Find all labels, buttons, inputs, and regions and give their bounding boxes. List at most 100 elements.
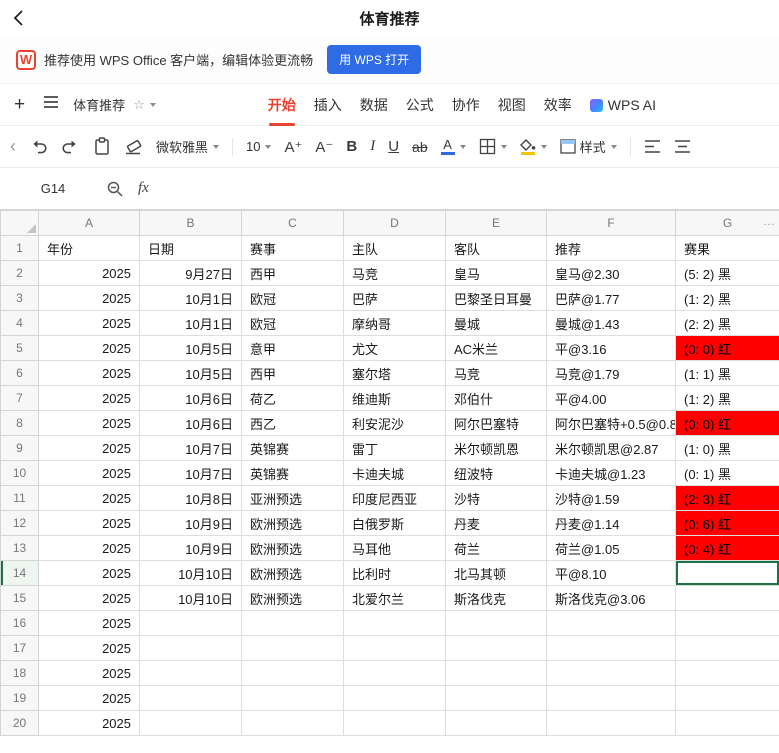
cell-home[interactable]: 塞尔塔 xyxy=(344,361,446,386)
cell-result[interactable]: (2: 3) 红 xyxy=(676,486,779,511)
cell-year[interactable]: 2025 xyxy=(39,461,140,486)
row-number[interactable]: 16 xyxy=(1,611,39,636)
cell-away[interactable]: 邓伯什 xyxy=(446,386,547,411)
cell-year[interactable]: 2025 xyxy=(39,586,140,611)
cell-result[interactable]: (0: 1) 黑 xyxy=(676,461,779,486)
cell-league[interactable] xyxy=(242,636,344,661)
cell-league[interactable]: 意甲 xyxy=(242,336,344,361)
font-name-select[interactable]: 微软雅黑 xyxy=(156,137,219,156)
format-eraser-icon[interactable] xyxy=(124,138,143,155)
undo-button[interactable] xyxy=(29,138,48,155)
cell-home[interactable] xyxy=(344,661,446,686)
cell-date[interactable] xyxy=(140,636,242,661)
cell-away[interactable]: 荷兰 xyxy=(446,536,547,561)
cell-result[interactable]: (5: 2) 黑 xyxy=(676,261,779,286)
cell-tip[interactable] xyxy=(547,611,676,636)
cell-result[interactable]: (1: 2) 黑 xyxy=(676,286,779,311)
cell-away[interactable] xyxy=(446,686,547,711)
tab-wps-ai[interactable]: WPS AI xyxy=(590,97,656,113)
cell-away[interactable]: 丹麦 xyxy=(446,511,547,536)
tab-collaborate[interactable]: 协作 xyxy=(452,95,480,115)
row-number[interactable]: 15 xyxy=(1,586,39,611)
cell-league[interactable]: 欧洲预选 xyxy=(242,511,344,536)
cell-tip[interactable]: 马竞@1.79 xyxy=(547,361,676,386)
cell-date[interactable]: 10月10日 xyxy=(140,561,242,586)
column-header-c[interactable]: C xyxy=(242,211,344,236)
cell-tip[interactable]: 沙特@1.59 xyxy=(547,486,676,511)
select-all-corner[interactable] xyxy=(1,211,39,236)
cell-year[interactable]: 2025 xyxy=(39,611,140,636)
cell-home[interactable]: 印度尼西亚 xyxy=(344,486,446,511)
cell-date[interactable]: 10月5日 xyxy=(140,336,242,361)
cell-away[interactable] xyxy=(446,711,547,736)
cell-tip[interactable]: 斯洛伐克@3.06 xyxy=(547,586,676,611)
row-number[interactable]: 5 xyxy=(1,336,39,361)
cell-style-button[interactable]: 样式 xyxy=(560,137,617,156)
tab-home[interactable]: 开始 xyxy=(268,95,296,115)
cell-home[interactable]: 白俄罗斯 xyxy=(344,511,446,536)
cell-date[interactable]: 10月7日 xyxy=(140,461,242,486)
row-number[interactable]: 19 xyxy=(1,686,39,711)
row-number[interactable]: 20 xyxy=(1,711,39,736)
cell-away[interactable]: 斯洛伐克 xyxy=(446,586,547,611)
row-number[interactable]: 14 xyxy=(1,561,39,586)
cell-away[interactable]: 巴黎圣日耳曼 xyxy=(446,286,547,311)
row-number[interactable]: 18 xyxy=(1,661,39,686)
row-number[interactable]: 11 xyxy=(1,486,39,511)
row-number[interactable]: 2 xyxy=(1,261,39,286)
cell-result[interactable]: (2: 2) 黑 xyxy=(676,311,779,336)
tab-data[interactable]: 数据 xyxy=(360,95,388,115)
cell-league[interactable] xyxy=(242,686,344,711)
cell-date[interactable]: 10月5日 xyxy=(140,361,242,386)
row-number[interactable]: 4 xyxy=(1,311,39,336)
cell-date[interactable]: 10月6日 xyxy=(140,386,242,411)
cell-year[interactable]: 2025 xyxy=(39,686,140,711)
decrease-font-button[interactable]: A⁻ xyxy=(315,138,333,156)
cell-tip[interactable]: 推荐 xyxy=(547,236,676,261)
search-icon[interactable] xyxy=(106,180,124,198)
cell-home[interactable]: 维迪斯 xyxy=(344,386,446,411)
cell-home[interactable] xyxy=(344,611,446,636)
cell-year[interactable]: 2025 xyxy=(39,336,140,361)
align-center-icon[interactable] xyxy=(674,139,691,154)
cell-away[interactable]: 皇马 xyxy=(446,261,547,286)
cell-result[interactable]: (0: 0) 红 xyxy=(676,336,779,361)
cell-year[interactable]: 2025 xyxy=(39,486,140,511)
cell-league[interactable] xyxy=(242,611,344,636)
cell-date[interactable]: 10月8日 xyxy=(140,486,242,511)
cell-result[interactable] xyxy=(676,561,779,586)
cell-result[interactable] xyxy=(676,611,779,636)
cell-date[interactable] xyxy=(140,611,242,636)
row-number[interactable]: 8 xyxy=(1,411,39,436)
cell-home[interactable]: 卡迪夫城 xyxy=(344,461,446,486)
cell-away[interactable] xyxy=(446,636,547,661)
cell-home[interactable]: 北爱尔兰 xyxy=(344,586,446,611)
cell-tip[interactable] xyxy=(547,636,676,661)
cell-date[interactable]: 10月7日 xyxy=(140,436,242,461)
back-icon[interactable] xyxy=(10,8,30,28)
cell-date[interactable]: 日期 xyxy=(140,236,242,261)
formula-input[interactable] xyxy=(163,168,779,209)
row-number[interactable]: 6 xyxy=(1,361,39,386)
cell-year[interactable]: 2025 xyxy=(39,286,140,311)
cell-tip[interactable]: 荷兰@1.05 xyxy=(547,536,676,561)
cell-home[interactable]: 巴萨 xyxy=(344,286,446,311)
row-number[interactable]: 1 xyxy=(1,236,39,261)
cell-date[interactable]: 9月27日 xyxy=(140,261,242,286)
cell-date[interactable]: 10月9日 xyxy=(140,511,242,536)
cell-tip[interactable] xyxy=(547,661,676,686)
row-number[interactable]: 3 xyxy=(1,286,39,311)
cell-league[interactable]: 欧洲预选 xyxy=(242,586,344,611)
cell-away[interactable] xyxy=(446,611,547,636)
cell-away[interactable]: 马竞 xyxy=(446,361,547,386)
cell-home[interactable] xyxy=(344,686,446,711)
cell-result[interactable]: 赛果 xyxy=(676,236,779,261)
cell-result[interactable]: (0: 4) 红 xyxy=(676,536,779,561)
font-color-button[interactable]: A xyxy=(441,138,466,155)
border-button[interactable] xyxy=(479,138,507,155)
strikethrough-button[interactable]: ab xyxy=(412,139,428,155)
cell-result[interactable] xyxy=(676,686,779,711)
cell-away[interactable]: 客队 xyxy=(446,236,547,261)
cell-date[interactable]: 10月10日 xyxy=(140,586,242,611)
align-left-icon[interactable] xyxy=(644,139,661,154)
